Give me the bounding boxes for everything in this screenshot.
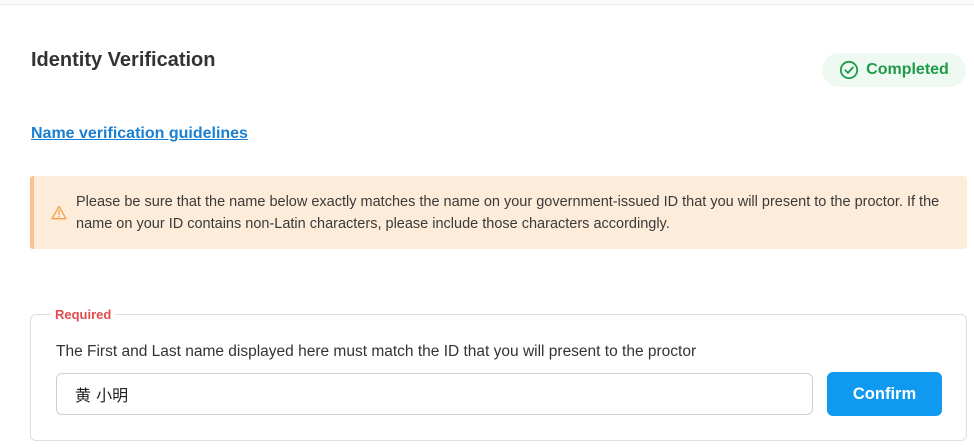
full-name-input[interactable] bbox=[56, 373, 813, 415]
name-verification-card: Required The First and Last name display… bbox=[30, 307, 967, 441]
top-divider bbox=[0, 0, 974, 5]
confirm-button[interactable]: Confirm bbox=[827, 372, 942, 416]
name-verification-guidelines-link[interactable]: Name verification guidelines bbox=[31, 125, 248, 143]
check-circle-icon bbox=[839, 60, 859, 80]
required-label: Required bbox=[51, 307, 116, 322]
warning-text: Please be sure that the name below exact… bbox=[76, 194, 940, 232]
warning-notice: Please be sure that the name below exact… bbox=[30, 176, 967, 249]
name-field-description: The First and Last name displayed here m… bbox=[56, 343, 697, 360]
status-badge: Completed bbox=[822, 53, 966, 87]
status-label: Completed bbox=[866, 61, 949, 78]
warning-triangle-icon bbox=[51, 205, 67, 225]
page-title: Identity Verification bbox=[31, 49, 216, 71]
